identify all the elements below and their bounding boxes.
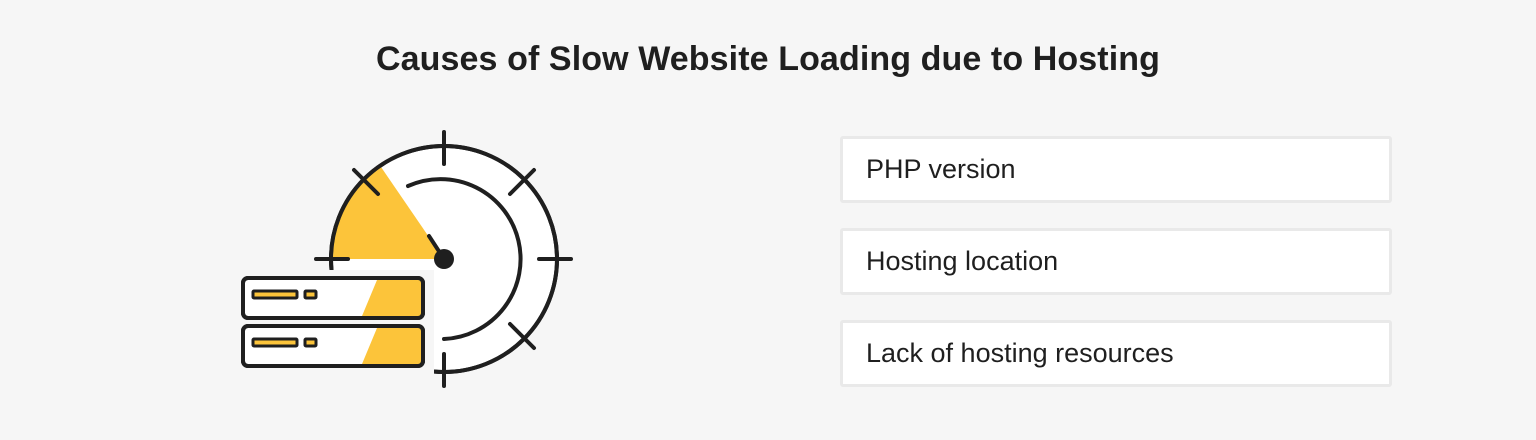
cause-label: PHP version (866, 154, 1016, 184)
cause-item-hosting-location: Hosting location (840, 228, 1392, 295)
server-unit-top (241, 276, 425, 320)
cause-label: Lack of hosting resources (866, 338, 1174, 368)
server-speedometer-icon (236, 130, 573, 388)
cause-item-hosting-resources: Lack of hosting resources (840, 320, 1392, 387)
needle-pivot (434, 249, 454, 269)
cause-item-php-version: PHP version (840, 136, 1392, 203)
causes-list: PHP version Hosting location Lack of hos… (840, 136, 1392, 412)
page-title: Causes of Slow Website Loading due to Ho… (375, 40, 1161, 78)
cause-label: Hosting location (866, 246, 1059, 276)
server-unit-bottom (241, 324, 425, 368)
